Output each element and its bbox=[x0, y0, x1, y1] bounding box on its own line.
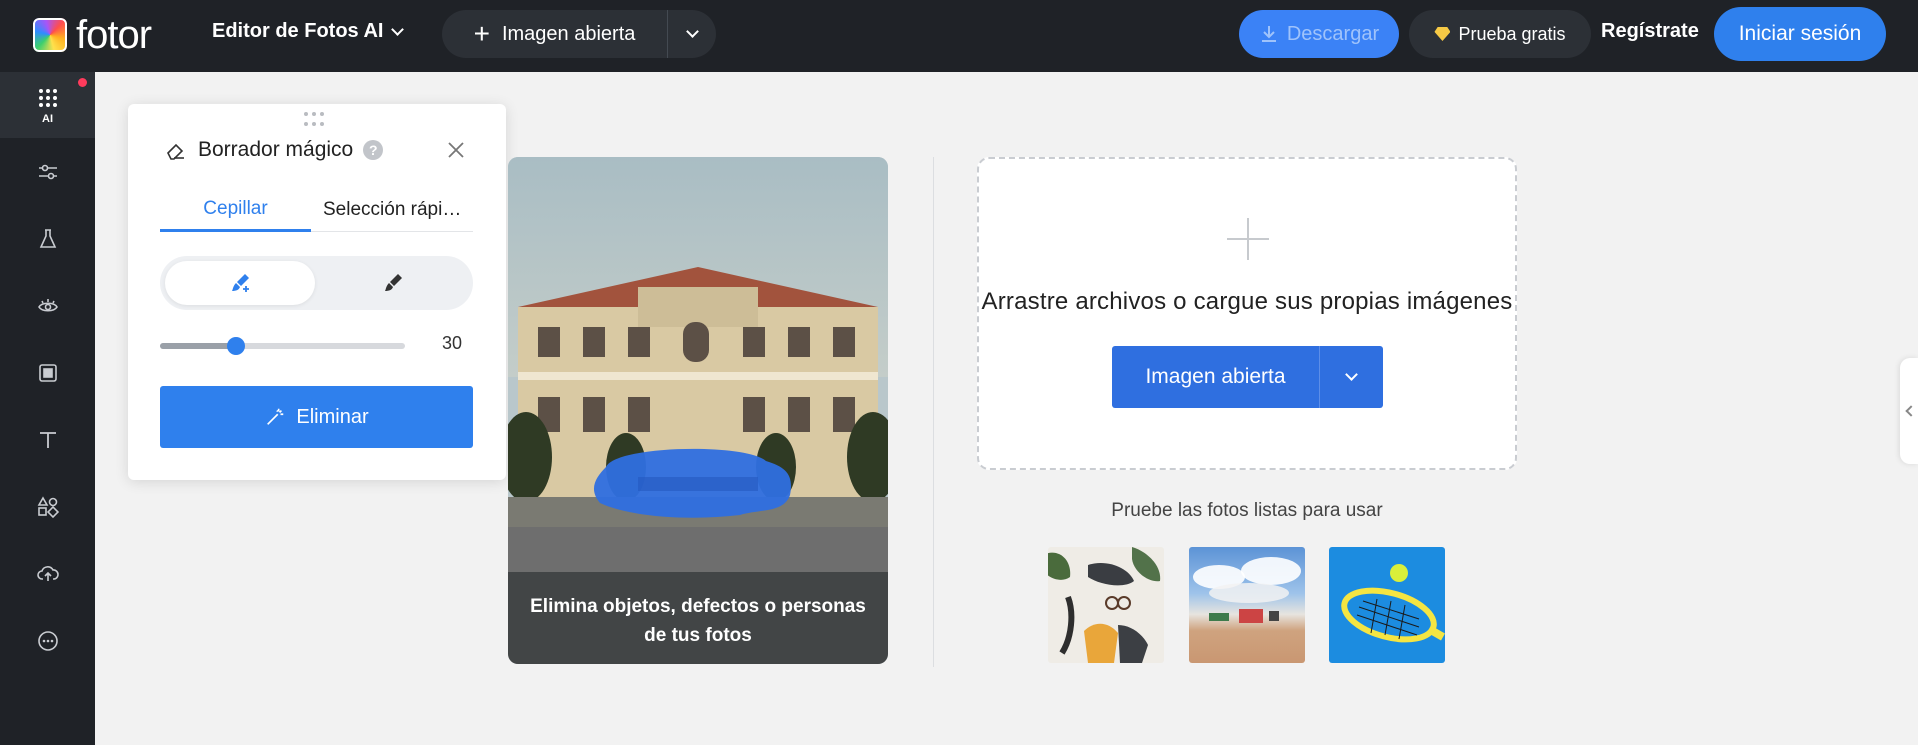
demo-road bbox=[508, 527, 888, 572]
text-icon bbox=[39, 432, 56, 448]
brush-plus-icon bbox=[232, 274, 249, 292]
brush-minus-icon bbox=[385, 274, 402, 291]
logo-text: fotor bbox=[76, 13, 152, 57]
chevron-left-icon bbox=[1905, 405, 1917, 417]
notification-dot bbox=[78, 78, 87, 87]
trial-label: Prueba gratis bbox=[1458, 23, 1566, 44]
download-label: Descargar bbox=[1286, 22, 1380, 45]
sidebar-item-beauty[interactable] bbox=[0, 273, 95, 339]
panel-title: Borrador mágico bbox=[198, 138, 354, 161]
download-icon bbox=[1261, 26, 1276, 42]
magic-wand-icon bbox=[267, 408, 284, 425]
close-icon[interactable] bbox=[446, 140, 466, 160]
fotor-logo-icon bbox=[30, 15, 70, 55]
brush-add-button[interactable] bbox=[165, 261, 315, 305]
upload-open-group: Imagen abierta bbox=[1112, 346, 1383, 408]
help-icon[interactable]: ? bbox=[363, 140, 384, 160]
brush-mode-toggle bbox=[160, 256, 473, 310]
more-icon bbox=[37, 631, 58, 651]
eraser-icon bbox=[167, 143, 184, 160]
sample-photo-tennis-image bbox=[1341, 564, 1445, 643]
sample-photo-desert[interactable] bbox=[1189, 547, 1305, 663]
drag-handle[interactable] bbox=[304, 112, 328, 128]
eye-icon bbox=[37, 299, 58, 312]
sample-photo-shoes[interactable] bbox=[1048, 547, 1164, 663]
grid-icon bbox=[38, 88, 57, 107]
adjust-icon bbox=[38, 164, 57, 180]
tool-sidebar: AI bbox=[0, 72, 95, 745]
brush-erase-button[interactable] bbox=[318, 261, 468, 305]
erase-button[interactable]: Eliminar bbox=[160, 386, 473, 448]
mode-tabs: Cepillar Selección rápi… bbox=[160, 188, 473, 232]
erase-button-label: Eliminar bbox=[296, 405, 369, 428]
upload-dropzone[interactable]: Arrastre archivos o cargue sus propias i… bbox=[977, 157, 1517, 470]
brush-size-value: 30 bbox=[442, 333, 463, 353]
flask-icon bbox=[39, 229, 56, 248]
side-panel-toggle[interactable] bbox=[1900, 358, 1918, 464]
trial-button[interactable]: Prueba gratis bbox=[1409, 10, 1591, 58]
demo-image: Elimina objetos, defectos o personas de … bbox=[508, 157, 888, 664]
sidebar-item-effects[interactable] bbox=[0, 206, 95, 272]
tab-brush[interactable]: Cepillar bbox=[160, 188, 311, 232]
plus-icon bbox=[1227, 218, 1269, 260]
slider-fill bbox=[160, 343, 236, 349]
upload-open-button[interactable]: Imagen abierta bbox=[1112, 346, 1320, 408]
chevron-down-icon bbox=[1345, 368, 1358, 381]
register-link[interactable]: Regístrate bbox=[1601, 20, 1699, 43]
panel-header: Borrador mágico ? bbox=[164, 138, 384, 162]
slider-knob[interactable] bbox=[226, 337, 245, 355]
sidebar-item-ai[interactable]: AI bbox=[0, 72, 95, 138]
download-button[interactable]: Descargar bbox=[1239, 10, 1399, 58]
upload-prompt: Arrastre archivos o cargue sus propias i… bbox=[981, 288, 1513, 315]
sample-photo-tennis[interactable] bbox=[1329, 547, 1445, 663]
sidebar-item-label: AI bbox=[42, 112, 53, 125]
sidebar-item-frames[interactable] bbox=[0, 340, 95, 406]
chevron-down-icon bbox=[391, 22, 405, 36]
sidebar-item-more[interactable] bbox=[0, 608, 95, 674]
sidebar-item-adjust[interactable] bbox=[0, 139, 95, 205]
open-image-group: + Imagen abierta bbox=[442, 10, 716, 58]
sample-photo-desert-image bbox=[1193, 557, 1301, 623]
sample-photo-shoes-image bbox=[1048, 547, 1161, 663]
sidebar-item-elements[interactable] bbox=[0, 474, 95, 540]
sidebar-item-uploads[interactable] bbox=[0, 541, 95, 607]
fotor-logo[interactable]: fotor bbox=[30, 13, 152, 57]
content-divider bbox=[933, 157, 934, 667]
brush-size-slider[interactable] bbox=[160, 337, 405, 355]
sidebar-item-text[interactable] bbox=[0, 407, 95, 473]
sample-photos-label: Pruebe las fotos listas para usar bbox=[1111, 500, 1383, 521]
elements-icon bbox=[37, 496, 59, 519]
magic-eraser-panel: Borrador mágico ? Cepillar Selección ráp… bbox=[128, 104, 506, 480]
open-image-dropdown[interactable] bbox=[668, 10, 716, 58]
cloud-upload-icon bbox=[36, 566, 59, 581]
login-button[interactable]: Iniciar sesión bbox=[1714, 7, 1886, 61]
plus-icon: + bbox=[473, 18, 490, 49]
upload-open-dropdown[interactable] bbox=[1320, 346, 1383, 408]
demo-house-illustration bbox=[508, 267, 888, 527]
open-image-label: Imagen abierta bbox=[501, 22, 636, 45]
demo-caption: Elimina objetos, defectos o personas de … bbox=[508, 572, 888, 664]
top-bar: fotor Editor de Fotos AI + Imagen abiert… bbox=[0, 0, 1918, 72]
chevron-down-icon bbox=[685, 25, 699, 38]
open-image-button[interactable]: + Imagen abierta bbox=[442, 10, 668, 58]
diamond-icon bbox=[1434, 27, 1451, 41]
frame-icon bbox=[38, 364, 57, 382]
tab-quick-select[interactable]: Selección rápi… bbox=[311, 188, 473, 232]
editor-menu[interactable]: Editor de Fotos AI bbox=[212, 20, 405, 43]
editor-menu-label: Editor de Fotos AI bbox=[212, 20, 384, 42]
